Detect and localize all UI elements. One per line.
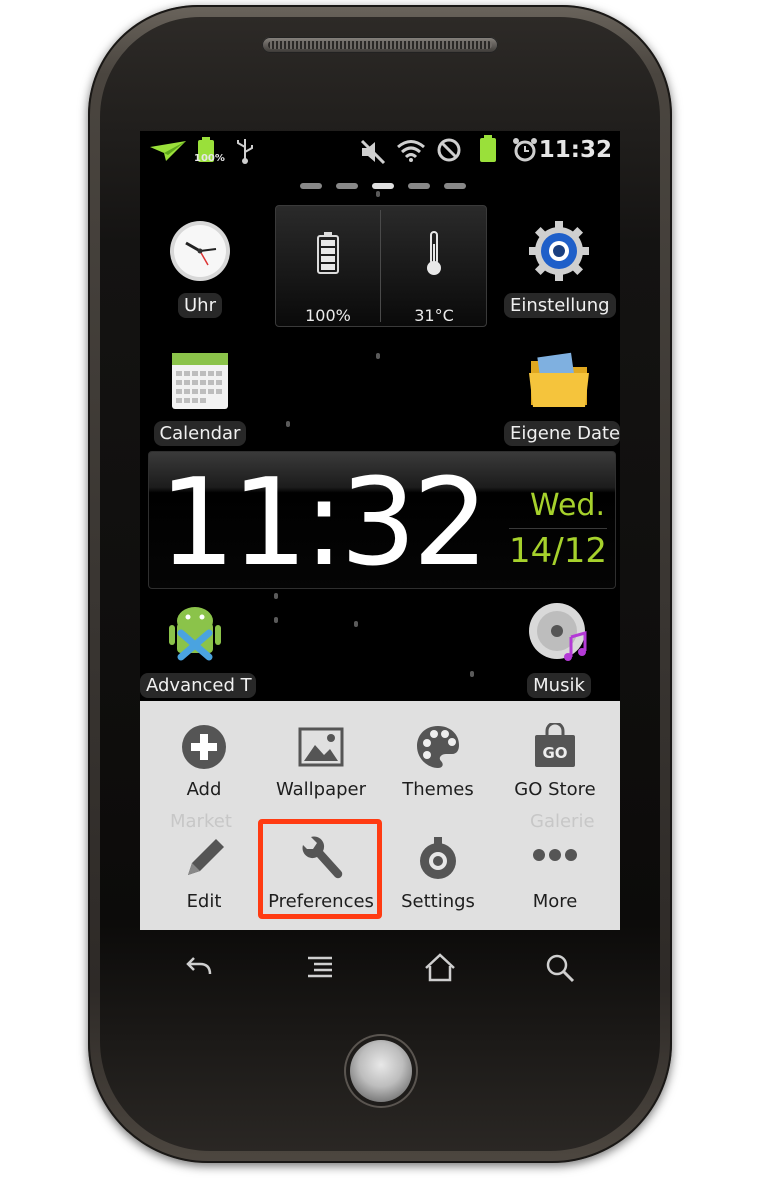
app-einstellung[interactable]: Einstellung — [504, 219, 616, 322]
preferences-highlight-box — [258, 819, 382, 919]
battery-full-icon — [480, 135, 496, 162]
folder-icon — [529, 352, 589, 407]
search-icon[interactable] — [540, 948, 580, 988]
settings-gear-icon — [529, 221, 589, 281]
menu-icon[interactable] — [300, 948, 340, 988]
temperature-widget-value: 31°C — [414, 306, 454, 325]
app-calendar[interactable]: Calendar — [145, 347, 255, 450]
clock-widget-day: Wed. — [530, 488, 605, 523]
notification-plane-icon — [150, 141, 186, 161]
earpiece-speaker — [262, 37, 498, 53]
add-icon — [182, 725, 226, 769]
blocked-icon — [437, 138, 461, 162]
battery-percent-label: 100% — [194, 153, 225, 164]
menu-item-wallpaper[interactable]: Wallpaper — [261, 711, 381, 821]
rain-drop — [470, 671, 474, 677]
page-dot[interactable] — [336, 183, 358, 189]
more-dots-icon — [533, 849, 577, 861]
battery-temperature-widget[interactable]: 100% 31°C — [275, 205, 487, 327]
mute-icon — [360, 139, 386, 165]
page-dot[interactable] — [408, 183, 430, 189]
screen: 100% 11:32 100% 31°C Uhr Einstellung Cal… — [140, 131, 620, 930]
status-bar-clock: 11:32 — [538, 137, 612, 163]
back-icon[interactable] — [180, 948, 220, 988]
app-musik[interactable]: Musik — [504, 599, 614, 702]
hardware-nav-bar — [140, 938, 620, 998]
menu-item-label: Themes — [402, 779, 474, 800]
usb-icon — [237, 139, 253, 164]
rain-drop — [286, 421, 290, 427]
trackball-button[interactable] — [350, 1040, 412, 1102]
settings-icon — [420, 837, 456, 879]
app-label: Calendar — [153, 421, 247, 446]
wifi-icon — [397, 140, 425, 162]
music-cd-icon — [529, 603, 587, 661]
app-label: Musik — [527, 673, 591, 698]
svg-text:GO: GO — [542, 744, 567, 762]
temperature-widget: 31°C — [382, 206, 486, 326]
clock-widget-time: 11:32 — [159, 454, 489, 593]
app-label: Advanced T — [140, 673, 256, 698]
battery-widget-value: 100% — [305, 306, 351, 325]
app-advanced-task-killer[interactable]: Advanced T — [140, 599, 256, 702]
menu-item-label: Edit — [186, 891, 222, 912]
menu-item-themes[interactable]: Themes — [378, 711, 498, 821]
pencil-icon — [188, 839, 224, 875]
app-eigene-dateien[interactable]: Eigene Date — [504, 347, 620, 450]
menu-item-settings[interactable]: Settings — [378, 823, 498, 930]
battery-level-icon — [317, 232, 339, 274]
wallpaper-icon — [298, 727, 344, 767]
status-bar: 100% 11:32 — [140, 131, 620, 169]
home-icon[interactable] — [420, 948, 460, 988]
menu-item-label: More — [532, 891, 578, 912]
page-dot[interactable] — [300, 183, 322, 189]
alarm-icon — [513, 138, 537, 162]
page-indicator — [300, 183, 470, 191]
app-label: Uhr — [178, 293, 222, 318]
app-label: Eigene Date — [504, 421, 620, 446]
menu-item-label: Add — [186, 779, 222, 800]
menu-item-edit[interactable]: Edit — [144, 823, 264, 930]
rain-drop — [274, 617, 278, 623]
menu-item-add[interactable]: Add — [144, 711, 264, 821]
rain-drop — [376, 191, 380, 197]
menu-item-label: Wallpaper — [275, 779, 367, 800]
rain-drop — [274, 593, 278, 599]
rain-drop — [354, 621, 358, 627]
widget-divider — [380, 210, 381, 322]
palette-icon — [417, 726, 459, 768]
rain-drop — [376, 353, 380, 359]
page-dot[interactable] — [444, 183, 466, 189]
clock-widget-date: 14/12 — [509, 528, 607, 571]
clock-icon — [170, 221, 230, 281]
menu-item-more[interactable]: More — [495, 823, 615, 930]
app-label: Einstellung — [504, 293, 616, 318]
android-task-killer-icon — [169, 607, 221, 661]
thermometer-icon — [427, 231, 441, 275]
go-store-icon: GO — [535, 721, 575, 767]
app-uhr[interactable]: Uhr — [145, 219, 255, 322]
battery-widget: 100% — [276, 206, 380, 326]
menu-item-go-store[interactable]: GO GO Store — [495, 711, 615, 821]
menu-item-label: GO Store — [514, 779, 596, 800]
menu-item-label: Settings — [401, 891, 475, 912]
clock-widget[interactable]: 11:32 Wed. 14/12 — [148, 451, 616, 589]
calendar-icon — [172, 353, 228, 409]
page-dot-active[interactable] — [372, 183, 394, 189]
